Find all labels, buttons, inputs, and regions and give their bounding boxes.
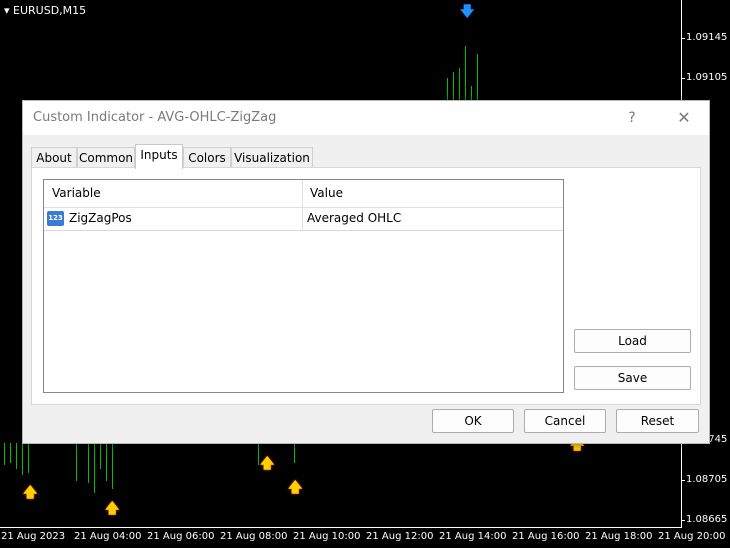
candle (76, 443, 77, 481)
value-cell[interactable]: Averaged OHLC (307, 211, 401, 225)
candle (477, 54, 478, 100)
candle (4, 443, 5, 465)
candle (100, 443, 101, 469)
price-tick: 1.08705 (686, 474, 728, 485)
arrow-up-icon: 🡅 (288, 480, 303, 496)
close-button[interactable]: ✕ (673, 107, 695, 129)
time-tick: 21 Aug 04:00 (74, 531, 142, 542)
time-tick: 21 Aug 16:00 (512, 531, 580, 542)
inputs-grid[interactable]: Variable Value 123 ZigZagPos Averaged OH… (43, 179, 564, 393)
candle (88, 443, 89, 483)
variable-cell: ZigZagPos (69, 211, 132, 225)
time-tick: 21 Aug 20:00 (658, 531, 726, 542)
candle (94, 443, 95, 493)
candle (10, 443, 11, 463)
ok-button[interactable]: OK (432, 409, 514, 433)
price-tick-mark (681, 78, 685, 79)
candle (16, 443, 17, 469)
candle (465, 46, 466, 100)
price-tick: 1.09145 (686, 32, 728, 43)
candle (453, 72, 454, 100)
dialog-titlebar[interactable]: Custom Indicator - AVG-OHLC-ZigZag ? ✕ (23, 101, 709, 135)
candle (106, 443, 107, 481)
custom-indicator-dialog: Custom Indicator - AVG-OHLC-ZigZag ? ✕ A… (22, 100, 710, 444)
candle (22, 443, 23, 475)
arrow-up-icon: 🡅 (23, 485, 38, 501)
time-tick: 21 Aug 14:00 (439, 531, 507, 542)
cell-divider (302, 208, 303, 230)
price-tick-mark (681, 38, 685, 39)
grid-header: Variable Value (44, 180, 563, 208)
price-tick-mark (681, 480, 685, 481)
tab-visualization[interactable]: Visualization (231, 147, 313, 168)
arrow-up-icon: 🡅 (105, 501, 120, 517)
time-tick: 21 Aug 06:00 (147, 531, 215, 542)
column-header-variable[interactable]: Variable (52, 186, 101, 200)
column-header-value[interactable]: Value (310, 186, 343, 200)
time-axis-line (0, 527, 682, 528)
column-divider[interactable] (302, 180, 303, 207)
cancel-button[interactable]: Cancel (524, 409, 606, 433)
tab-common[interactable]: Common (77, 147, 135, 168)
candle (471, 86, 472, 100)
tab-about[interactable]: About (31, 147, 77, 168)
save-button[interactable]: Save (574, 366, 691, 390)
candle (447, 78, 448, 100)
tab-inputs[interactable]: Inputs (135, 144, 183, 169)
tab-colors[interactable]: Colors (183, 147, 231, 168)
arrow-up-icon: 🡅 (260, 456, 275, 472)
number-type-icon: 123 (47, 211, 64, 226)
time-tick: 21 Aug 2023 (1, 531, 66, 542)
price-tick: 1.08665 (686, 514, 728, 525)
candle (258, 443, 259, 465)
reset-button[interactable]: Reset (616, 409, 699, 433)
candle (459, 68, 460, 100)
load-button[interactable]: Load (574, 329, 691, 353)
table-row[interactable]: 123 ZigZagPos Averaged OHLC (44, 208, 563, 231)
time-tick: 21 Aug 12:00 (366, 531, 434, 542)
time-tick: 21 Aug 18:00 (585, 531, 653, 542)
price-tick: 1.09105 (686, 72, 728, 83)
price-tick-mark (681, 520, 685, 521)
candle (28, 443, 29, 473)
time-tick: 21 Aug 10:00 (293, 531, 361, 542)
dialog-title: Custom Indicator - AVG-OHLC-ZigZag (33, 110, 277, 125)
candle (112, 443, 113, 489)
candle (294, 443, 295, 463)
time-tick: 21 Aug 08:00 (220, 531, 288, 542)
symbol-label: ▾ EURUSD,M15 (4, 4, 87, 17)
arrow-down-icon: 🡇 (460, 4, 475, 20)
help-button[interactable]: ? (621, 107, 643, 129)
inputs-panel: Variable Value 123 ZigZagPos Averaged OH… (31, 167, 701, 405)
